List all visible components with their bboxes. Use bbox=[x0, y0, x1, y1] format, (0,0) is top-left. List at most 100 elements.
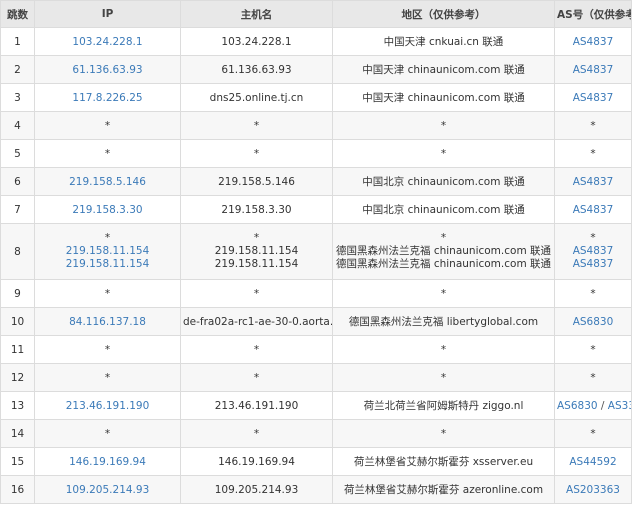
as-cell: * bbox=[554, 419, 632, 448]
region-cell: 中国天津 chinaunicom.com 联通 bbox=[332, 83, 555, 112]
table-row: 12 * * * * bbox=[0, 363, 632, 392]
ip-cell: 219.158.5.146 bbox=[34, 167, 181, 196]
hop-cell: 7 bbox=[0, 195, 35, 224]
hostname-cell-text: 213.46.191.190 bbox=[214, 399, 299, 412]
as-text: * bbox=[590, 427, 596, 440]
region-cell-text: 中国天津 chinaunicom.com 联通 bbox=[362, 92, 525, 104]
hostname-cell: * bbox=[180, 111, 333, 140]
hop-cell-text: 13 bbox=[10, 399, 25, 412]
hop-cell: 1 bbox=[0, 27, 35, 56]
header-hostname: 主机名 bbox=[180, 0, 333, 28]
hostname-cell-text: 103.24.228.1 bbox=[221, 35, 292, 48]
table-row: 9 * * * * bbox=[0, 279, 632, 308]
hostname-cell: 219.158.3.30 bbox=[180, 195, 333, 224]
hostname-cell-text: * bbox=[253, 371, 260, 384]
as-cell: * bbox=[554, 363, 632, 392]
ip-cell: * bbox=[34, 139, 181, 168]
as-link[interactable]: AS4837 bbox=[573, 176, 614, 188]
hop-cell-text: 4 bbox=[14, 119, 21, 132]
region-cell-text: 德国黑森州法兰克福 libertyglobal.com bbox=[348, 316, 539, 328]
table-row: 16 109.205.214.93 109.205.214.93 荷兰林堡省艾赫尔斯霍… bbox=[0, 475, 632, 504]
as-cell-line[interactable]: AS4837 bbox=[557, 245, 629, 258]
region-cell-text: 中国天津 chinaunicom.com 联通 bbox=[362, 64, 525, 76]
ip-cell-text[interactable]: 61.136.63.93 bbox=[72, 64, 142, 76]
ip-cell: * 219.158.11.154 219.158.11.154 bbox=[34, 223, 181, 280]
as-link[interactable]: AS44592 bbox=[569, 456, 616, 468]
as-link[interactable]: AS4837 bbox=[573, 64, 614, 76]
region-cell-text: 荷兰北荷兰省阿姆斯特丹 ziggo.nl bbox=[363, 400, 524, 412]
as-cell: * bbox=[554, 111, 632, 140]
header-hop: 跳数 bbox=[0, 0, 35, 28]
hop-cell: 5 bbox=[0, 139, 35, 168]
ip-cell: 213.46.191.190 bbox=[34, 391, 181, 420]
ip-cell-text[interactable]: 109.205.214.93 bbox=[66, 484, 150, 496]
hostname-cell: 61.136.63.93 bbox=[180, 55, 333, 84]
as-cell: AS4837 bbox=[554, 195, 632, 224]
hop-cell: 11 bbox=[0, 335, 35, 364]
ip-cell-text[interactable]: 213.46.191.190 bbox=[66, 400, 150, 412]
table-row: 5 * * * * bbox=[0, 139, 632, 168]
hop-cell: 8 bbox=[0, 223, 35, 280]
hop-cell: 9 bbox=[0, 279, 35, 308]
hop-cell: 12 bbox=[0, 363, 35, 392]
ip-cell: 117.8.226.25 bbox=[34, 83, 181, 112]
hostname-cell-text: 219.158.5.146 bbox=[218, 175, 295, 188]
as-cell: AS4837 bbox=[554, 83, 632, 112]
ip-cell-line[interactable]: 219.158.11.154 bbox=[37, 245, 178, 258]
ip-cell-text[interactable]: 219.158.3.30 bbox=[72, 204, 142, 216]
hop-cell: 10 bbox=[0, 307, 35, 336]
hostname-cell: 219.158.5.146 bbox=[180, 167, 333, 196]
hop-cell: 15 bbox=[0, 447, 35, 476]
as-link[interactable]: AS6830 bbox=[573, 316, 614, 328]
ip-cell-text: * bbox=[104, 119, 111, 132]
as-cell-line[interactable]: AS4837 bbox=[557, 258, 629, 271]
hop-cell-text: 16 bbox=[10, 483, 25, 496]
hop-cell: 4 bbox=[0, 111, 35, 140]
ip-cell-text: * bbox=[104, 427, 111, 440]
ip-cell-text[interactable]: 219.158.5.146 bbox=[69, 176, 146, 188]
as-link[interactable]: AS4837 bbox=[573, 36, 614, 48]
hostname-cell-line: 219.158.11.154 bbox=[214, 245, 299, 257]
hostname-cell: * 219.158.11.154 219.158.11.154 bbox=[180, 223, 333, 280]
as-text: * bbox=[590, 119, 596, 132]
hop-cell: 16 bbox=[0, 475, 35, 504]
region-cell: 荷兰林堡省艾赫尔斯霍芬 xsserver.eu bbox=[332, 447, 555, 476]
region-cell-text: * bbox=[440, 287, 447, 300]
ip-cell-line[interactable]: 219.158.11.154 bbox=[37, 258, 178, 271]
hop-cell-text: 10 bbox=[10, 315, 25, 328]
hostname-cell-text: dns25.online.tj.cn bbox=[209, 91, 304, 104]
table-row-multi: 8 * 219.158.11.154 219.158.11.154 * 219.158.1… bbox=[0, 223, 632, 280]
as-link[interactable]: AS203363 bbox=[566, 484, 620, 496]
hostname-cell-text: 61.136.63.93 bbox=[221, 63, 292, 76]
hostname-cell-text: * bbox=[253, 147, 260, 160]
table-row: 6 219.158.5.146 219.158.5.146 中国北京 chinauni… bbox=[0, 167, 632, 196]
hop-cell-text: 2 bbox=[14, 63, 21, 76]
hostname-cell: 103.24.228.1 bbox=[180, 27, 333, 56]
ip-cell-text: * bbox=[104, 343, 111, 356]
hostname-cell: * bbox=[180, 279, 333, 308]
ip-cell-text[interactable]: 117.8.226.25 bbox=[72, 92, 142, 104]
hop-cell: 14 bbox=[0, 419, 35, 448]
ip-cell-text[interactable]: 146.19.169.94 bbox=[69, 456, 146, 468]
hostname-cell-text: * bbox=[253, 287, 260, 300]
hostname-cell-line: 219.158.11.154 bbox=[214, 258, 299, 270]
as-cell: AS4837 bbox=[554, 27, 632, 56]
as-link[interactable]: AS6830 bbox=[557, 400, 598, 412]
as-cell: * AS4837 AS4837 bbox=[554, 223, 632, 280]
hostname-cell: 109.205.214.93 bbox=[180, 475, 333, 504]
region-cell-text: * bbox=[440, 371, 447, 384]
as-cell: AS203363 bbox=[554, 475, 632, 504]
as-link[interactable]: AS33915 bbox=[608, 400, 631, 412]
as-link[interactable]: AS4837 bbox=[573, 204, 614, 216]
ip-cell-text[interactable]: 84.116.137.18 bbox=[69, 316, 146, 328]
hostname-cell-text: 109.205.214.93 bbox=[214, 483, 299, 496]
as-cell: AS44592 bbox=[554, 447, 632, 476]
hop-cell-text: 15 bbox=[10, 455, 25, 468]
hostname-cell: * bbox=[180, 139, 333, 168]
header-row: 跳数 IP 主机名 地区（仅供参考） AS号（仅供参考） bbox=[0, 0, 632, 28]
as-link[interactable]: AS4837 bbox=[573, 92, 614, 104]
hop-cell-text: 7 bbox=[14, 203, 21, 216]
region-cell: 中国天津 chinaunicom.com 联通 bbox=[332, 55, 555, 84]
ip-cell-text: * bbox=[104, 371, 111, 384]
ip-cell-text[interactable]: 103.24.228.1 bbox=[72, 36, 142, 48]
